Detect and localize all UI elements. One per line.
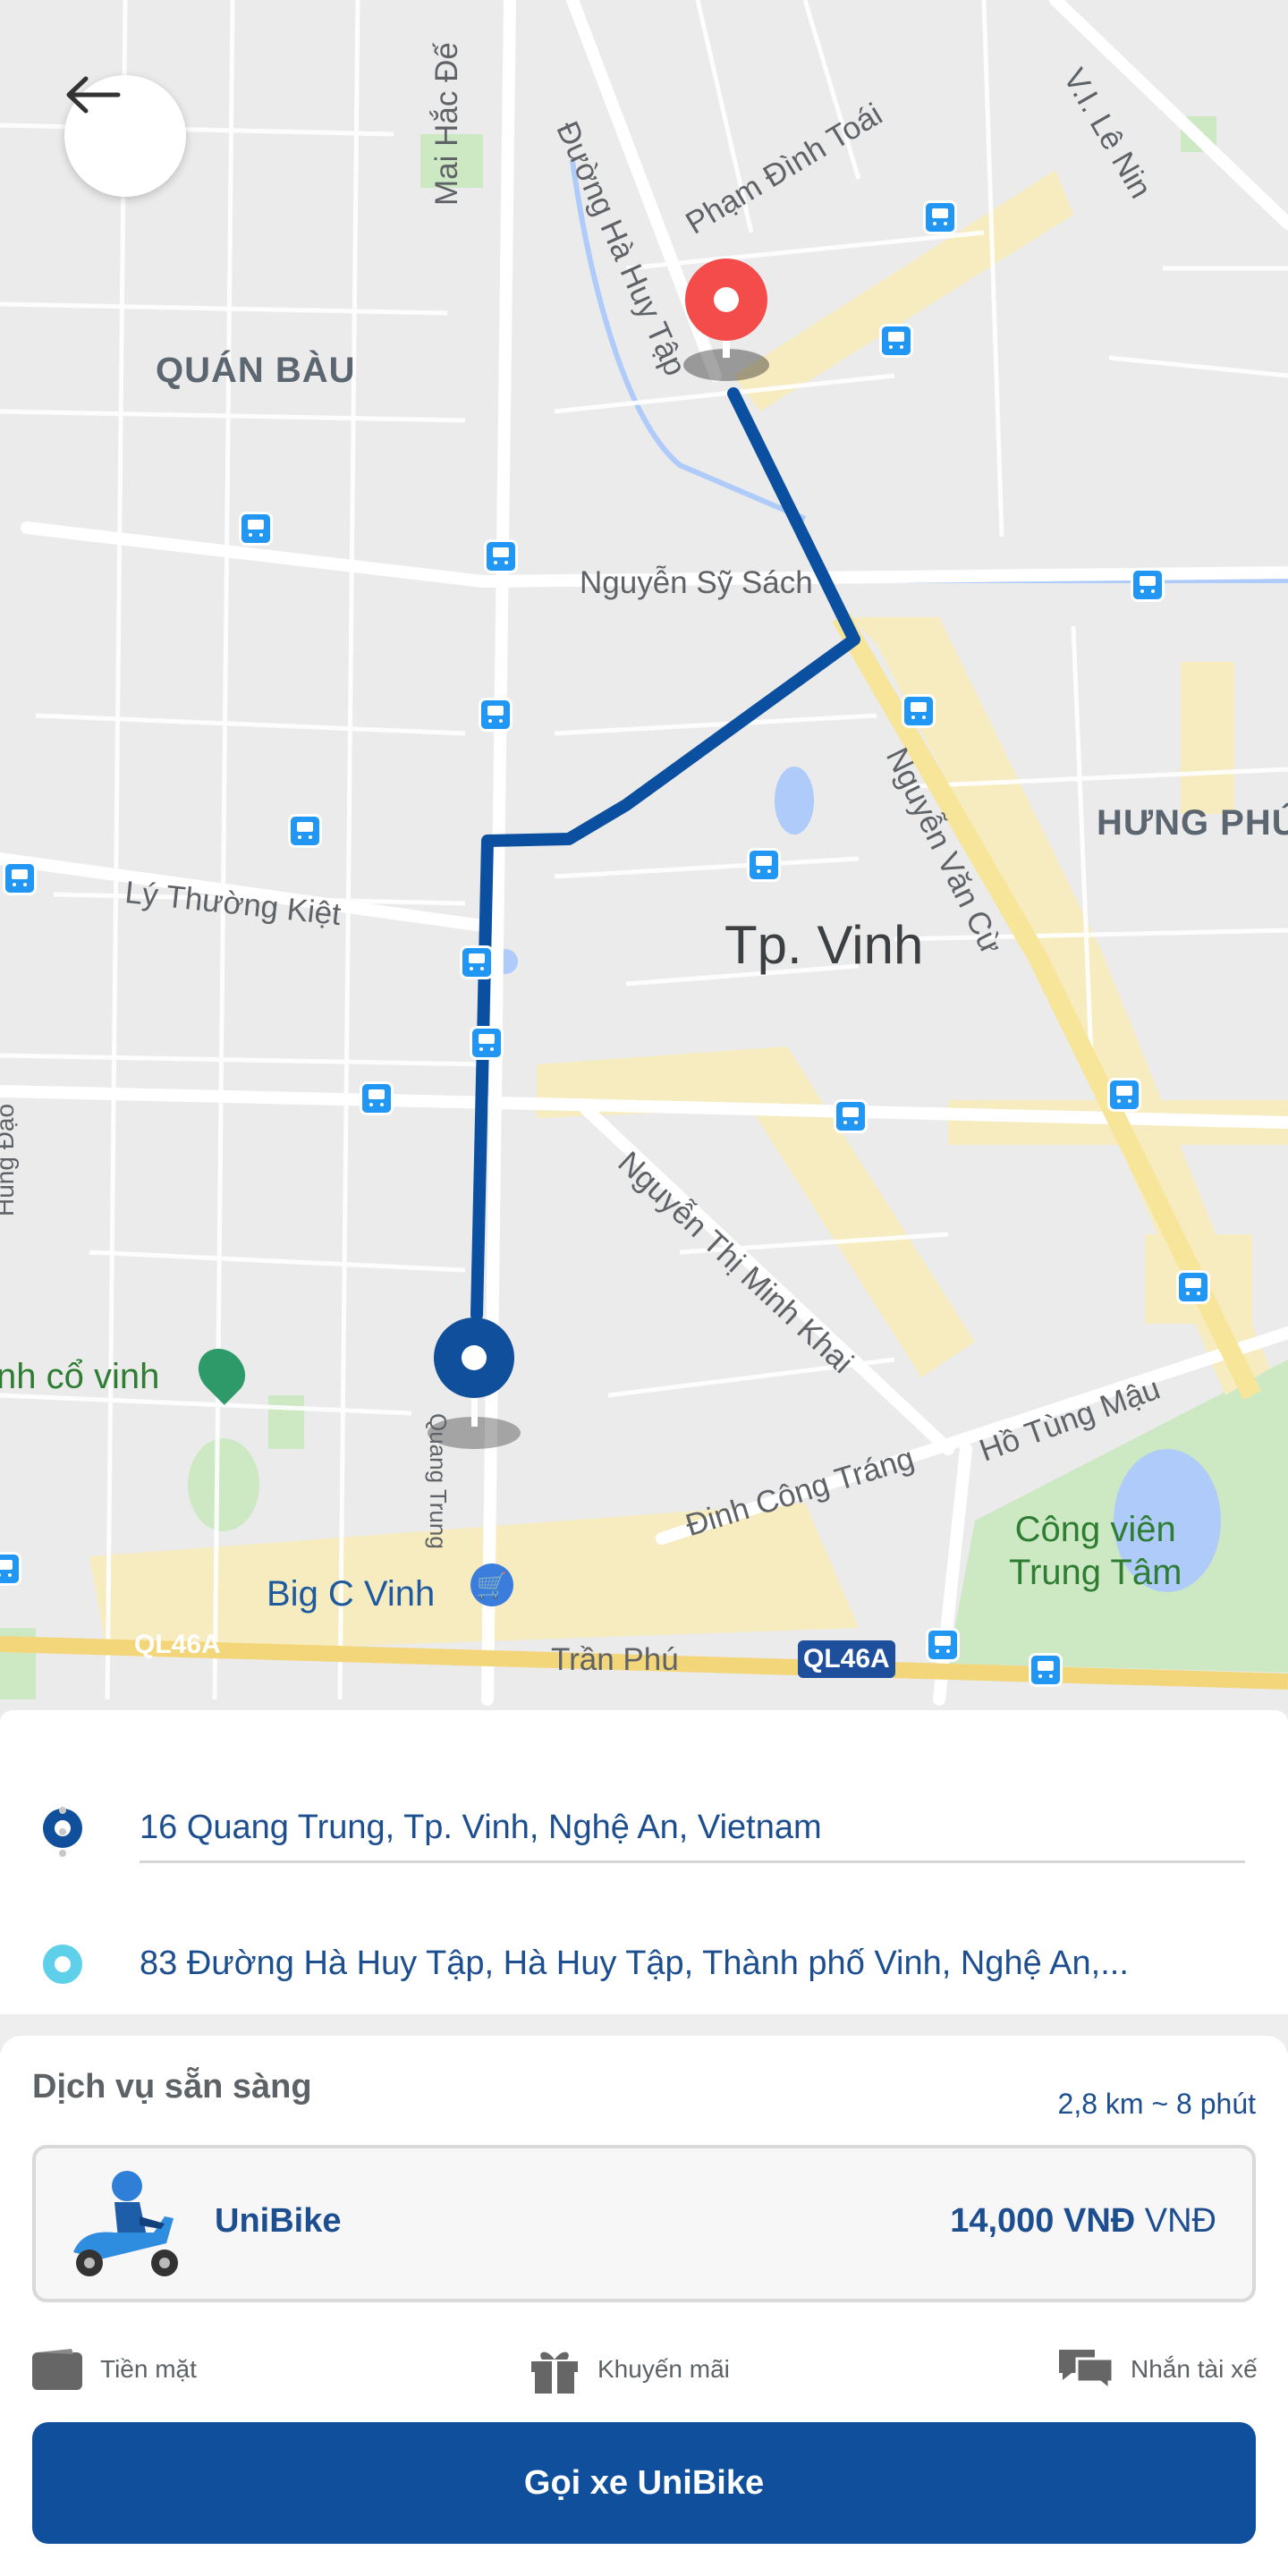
highway-shield: QL46A [798, 1640, 895, 1678]
bus-stop-icon [1131, 568, 1165, 602]
street-label: Quang Trung [425, 1413, 452, 1549]
bus-stop-icon [747, 848, 781, 882]
bus-stop-icon [879, 324, 913, 358]
bus-stop-icon [360, 1081, 394, 1115]
service-title: Dịch vụ sẵn sàng [32, 2068, 312, 2106]
bus-stop-icon [1176, 1270, 1210, 1304]
scooter-icon [73, 2171, 178, 2276]
destination-pin-icon[interactable] [683, 258, 769, 381]
temple-label: nh cổ vinh [0, 1357, 160, 1396]
message-driver-option[interactable]: Nhắn tài xế [1059, 2338, 1258, 2401]
bus-stop-icon [484, 539, 518, 573]
bus-stop-icon [1029, 1653, 1063, 1687]
street-label: Mai Hắc Đế [429, 42, 464, 206]
bus-stop-icon [470, 1026, 504, 1060]
bus-stop-icon [834, 1099, 868, 1133]
bus-stop-icon [0, 1552, 21, 1586]
district-label: HƯNG PHÚ [1097, 803, 1288, 843]
price-value: 14,000 VNĐ [950, 2202, 1136, 2240]
route-connector [59, 1807, 66, 1871]
destination-address: 83 Đường Hà Huy Tập, Hà Huy Tập, Thành p… [140, 1945, 1129, 1982]
service-name: UniBike [215, 2202, 342, 2240]
bus-stop-icon [3, 861, 37, 895]
distance-eta: 2,8 km ~ 8 phút [1057, 2088, 1256, 2120]
park-label-line2: Trung Tâm [1009, 1553, 1182, 1592]
bus-stop-icon [1107, 1078, 1141, 1112]
street-label: QL46A [134, 1630, 221, 1659]
destination-dot-icon [43, 1945, 82, 1984]
origin-address: 16 Quang Trung, Tp. Vinh, Nghệ An, Vietn… [140, 1809, 822, 1846]
service-panel: Dịch vụ sẵn sàng 2,8 km ~ 8 phút UniBike… [0, 2036, 1288, 2576]
destination-row[interactable]: 83 Đường Hà Huy Tập, Hà Huy Tập, Thành p… [0, 1928, 1288, 2000]
divider [140, 1860, 1245, 1863]
map-view[interactable]: QUÁN BÀU HƯNG PHÚ Tp. Vinh Mai Hắc Đế Đư… [0, 0, 1288, 1717]
service-option-card[interactable]: UniBike 14,000 VNĐ VNĐ [32, 2145, 1256, 2302]
payment-cash-label: Tiền mặt [100, 2355, 197, 2383]
district-label: QUÁN BÀU [156, 351, 356, 390]
back-arrow-icon [66, 76, 121, 114]
bus-stop-icon [288, 814, 322, 848]
shopping-cart-icon: 🛒 [470, 1563, 513, 1606]
origin-row[interactable]: 16 Quang Trung, Tp. Vinh, Nghệ An, Vietn… [0, 1792, 1288, 1864]
payment-cash-option[interactable]: Tiền mặt [32, 2338, 197, 2401]
chat-icon [1059, 2350, 1113, 2393]
bus-stop-icon [239, 512, 273, 546]
city-label: Tp. Vinh [724, 915, 924, 975]
park-label-line1: Công viên [1014, 1510, 1176, 1549]
back-button[interactable] [64, 75, 186, 197]
wallet-icon [32, 2349, 82, 2390]
bus-stop-icon [479, 698, 513, 732]
promotion-option[interactable]: Khuyến mãi [530, 2338, 730, 2401]
mall-label: Big C Vinh [267, 1574, 436, 1614]
bus-stop-icon [902, 694, 936, 728]
street-label: Hùng Đạo [0, 1103, 19, 1216]
park-label: Công viên Trung Tâm [1009, 1508, 1182, 1594]
service-price: 14,000 VNĐ VNĐ [950, 2202, 1216, 2241]
call-ride-button[interactable]: Gọi xe UniBike [32, 2422, 1256, 2544]
promotion-label: Khuyến mãi [597, 2355, 730, 2383]
street-label: Nguyễn Sỹ Sách [580, 565, 813, 600]
price-currency: VNĐ [1144, 2202, 1216, 2240]
street-label: Trần Phú [551, 1642, 679, 1677]
bus-stop-icon [926, 1628, 960, 1662]
bus-stop-icon [923, 200, 957, 234]
gift-icon [531, 2351, 578, 2394]
bus-stop-icon [460, 945, 494, 979]
route-address-card: 16 Quang Trung, Tp. Vinh, Nghệ An, Vietn… [0, 1710, 1288, 2014]
message-driver-label: Nhắn tài xế [1131, 2355, 1258, 2383]
